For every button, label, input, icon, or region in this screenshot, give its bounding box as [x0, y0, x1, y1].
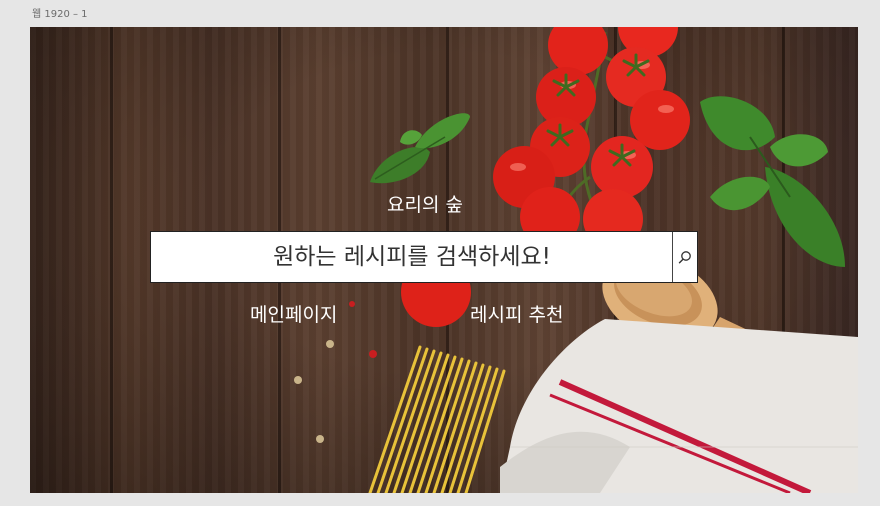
basil-leaves-left: [370, 113, 470, 184]
search-input[interactable]: [151, 232, 673, 282]
search-bar: [150, 231, 698, 283]
spaghetti-bundle: [368, 345, 506, 493]
hero-artboard: 요리의 숲 메인페이지 레시피 추천: [30, 27, 858, 493]
frame-label: 웹 1920 – 1: [32, 9, 88, 20]
nav-link-main-page[interactable]: 메인페이지: [250, 300, 337, 327]
site-title: 요리의 숲: [387, 194, 463, 216]
kitchen-towel: [500, 319, 858, 493]
nav-link-recipe-recommend[interactable]: 레시피 추천: [470, 300, 563, 327]
search-icon: [678, 251, 691, 264]
search-button[interactable]: [672, 232, 697, 282]
basil-leaves-right: [700, 96, 845, 267]
